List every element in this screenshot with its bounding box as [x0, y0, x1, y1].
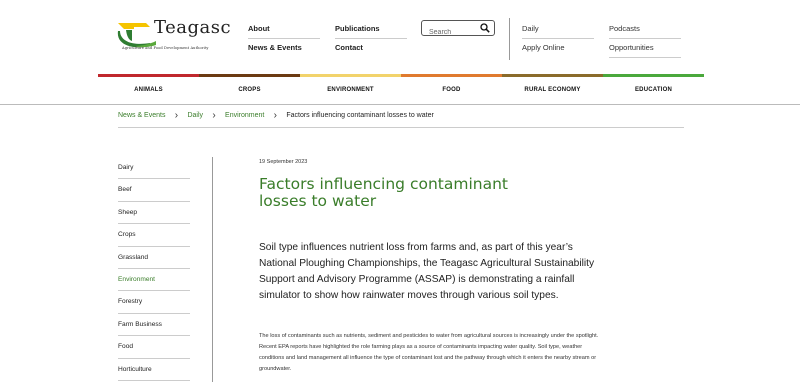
article-lead: Soil type influences nutrient loss from …	[259, 242, 595, 301]
article-title: Factors influencing contaminant losses t…	[259, 175, 508, 210]
sidebar-item-horticulture[interactable]: Horticulture	[118, 359, 190, 381]
nav-opportunities[interactable]: Opportunities	[609, 43, 681, 58]
search-icon[interactable]	[480, 23, 490, 33]
sidebar-item-farm-business[interactable]: Farm Business	[118, 314, 190, 337]
nav-publications[interactable]: Publications	[335, 24, 407, 39]
category-label: FOOD	[442, 86, 461, 93]
category-label: ANIMALS	[134, 86, 163, 93]
chevron-right-icon: ›	[212, 110, 216, 121]
nav-about[interactable]: About	[248, 24, 320, 39]
sidebar-item-grassland[interactable]: Grassland	[118, 247, 190, 269]
search-box	[421, 20, 495, 40]
sidebar-item-environment[interactable]: Environment	[118, 269, 190, 292]
sidebar-item-sheep[interactable]: Sheep	[118, 202, 190, 225]
sidebar-item-beef[interactable]: Beef	[118, 179, 190, 202]
logo-subtitle: Agriculture and Food Development Authori…	[122, 46, 209, 50]
chevron-right-icon: ›	[273, 110, 277, 121]
teagasc-logo[interactable]: Teagasc Agriculture and Food Development…	[116, 17, 231, 59]
category-bar: ANIMALS CROPS ENVIRONMENT FOOD RURAL ECO…	[98, 74, 704, 102]
header-divider	[0, 104, 800, 105]
logo-mark-icon	[117, 23, 156, 48]
category-food[interactable]: FOOD	[401, 74, 502, 102]
nav-podcasts[interactable]: Podcasts	[609, 24, 681, 39]
article-date: 19 September 2023	[259, 159, 308, 165]
logo-wordmark: Teagasc	[154, 17, 232, 38]
chevron-right-icon: ›	[174, 110, 179, 121]
breadcrumb-environment[interactable]: Environment	[225, 112, 264, 119]
breadcrumb-daily[interactable]: Daily	[187, 112, 203, 119]
sidebar: Dairy Beef Sheep Crops Grassland Environ…	[118, 157, 190, 381]
breadcrumb-news-events[interactable]: News & Events	[118, 112, 165, 119]
category-crops[interactable]: CROPS	[199, 74, 300, 102]
category-label: RURAL ECONOMY	[524, 86, 581, 93]
nav-daily[interactable]: Daily	[522, 24, 594, 39]
sidebar-item-food[interactable]: Food	[118, 336, 190, 359]
sidebar-item-crops[interactable]: Crops	[118, 224, 190, 247]
sidebar-item-forestry[interactable]: Forestry	[118, 291, 190, 314]
category-label: EDUCATION	[634, 86, 673, 93]
breadcrumb: News & Events › Daily › Environment › Fa…	[118, 110, 684, 128]
sidebar-divider	[212, 157, 213, 382]
search-input[interactable]	[422, 25, 478, 40]
sidebar-item-dairy[interactable]: Dairy	[118, 157, 190, 180]
nav-separator	[509, 18, 510, 60]
category-rural-economy[interactable]: RURAL ECONOMY	[502, 74, 603, 102]
category-animals[interactable]: ANIMALS	[98, 74, 199, 102]
nav-news-events[interactable]: News & Events	[248, 43, 320, 57]
nav-contact[interactable]: Contact	[335, 43, 407, 57]
category-label: ENVIRONMENT	[327, 86, 374, 93]
article-body: The loss of contaminants such as nutrien…	[259, 333, 599, 372]
category-label: CROPS	[238, 86, 261, 93]
category-education[interactable]: EDUCATION	[603, 74, 704, 102]
nav-apply-online[interactable]: Apply Online	[522, 43, 594, 57]
breadcrumb-current: Factors influencing contaminant losses t…	[286, 112, 434, 119]
category-environment[interactable]: ENVIRONMENT	[300, 74, 401, 102]
